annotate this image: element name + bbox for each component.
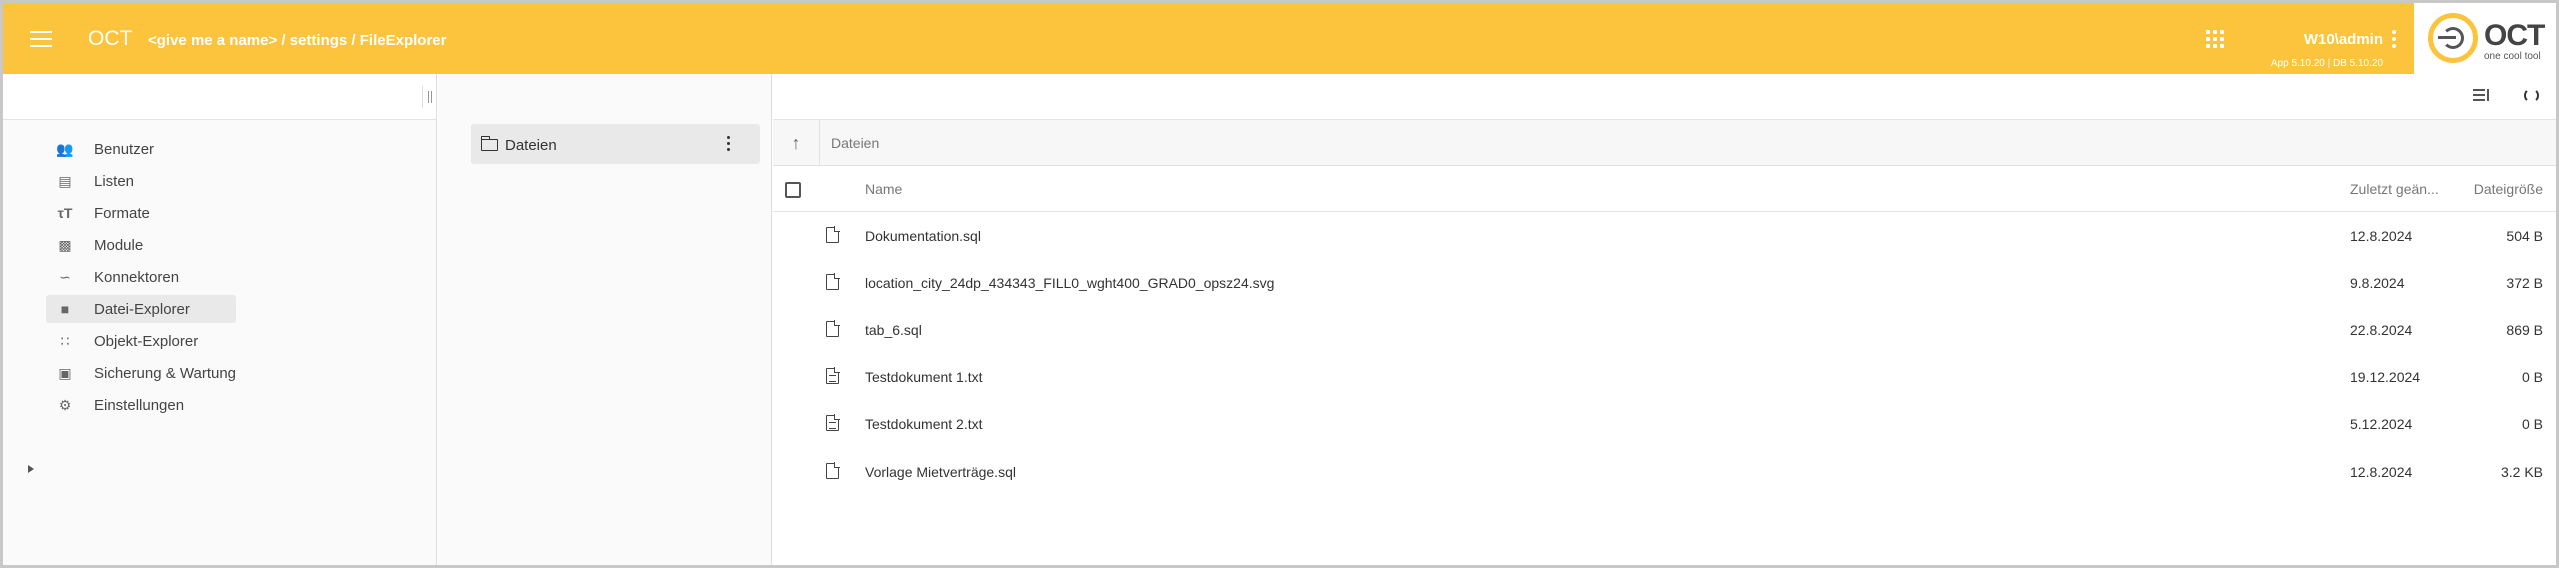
sidebar-item-label: Module xyxy=(94,237,144,254)
table-row[interactable]: location_city_24dp_434343_FILL0_wght400_… xyxy=(773,259,2556,306)
app-window: OCT <give me a name> / settings / FileEx… xyxy=(3,3,2556,565)
file-icon xyxy=(826,462,840,479)
expand-arrow-icon[interactable] xyxy=(28,465,34,473)
format-icon: τT xyxy=(57,205,73,221)
logo-word: OCT xyxy=(2484,19,2545,52)
sidebar-collapse-handle[interactable] xyxy=(422,86,436,108)
sidebar-item-label: Formate xyxy=(94,205,150,222)
select-all-checkbox[interactable] xyxy=(785,182,801,198)
table-row[interactable]: Testdokument 1.txt 19.12.2024 0 B xyxy=(773,353,2556,400)
table-row[interactable]: Dokumentation.sql 12.8.2024 504 B xyxy=(773,212,2556,259)
file-icon xyxy=(826,320,840,337)
sidebar-item-label: Objekt-Explorer xyxy=(94,333,199,350)
column-header-name[interactable]: Name xyxy=(865,181,902,197)
breadcrumb[interactable]: <give me a name> / settings / FileExplor… xyxy=(148,32,446,49)
backup-icon: ▣ xyxy=(58,365,72,381)
users-icon: 👥 xyxy=(56,141,74,157)
sidebar-header xyxy=(3,74,436,120)
navigate-up-button[interactable]: ↑ xyxy=(773,120,820,166)
folder-icon: ■ xyxy=(60,301,70,317)
sidebar-item-label: Konnektoren xyxy=(94,269,180,286)
sidebar-item-formate[interactable]: τT Formate xyxy=(46,199,236,227)
folder-icon xyxy=(481,136,498,151)
app-title: OCT xyxy=(88,27,133,50)
refresh-icon[interactable] xyxy=(2523,87,2539,103)
sidebar-item-objekt-explorer[interactable]: ∷ Objekt-Explorer xyxy=(46,327,236,355)
file-name: Testdokument 2.txt xyxy=(865,416,983,432)
more-vert-icon[interactable] xyxy=(727,136,731,152)
column-header-size[interactable]: Dateigröße xyxy=(2473,181,2543,197)
file-list-pane: ↑ Dateien Name Zuletzt geän... Dateigröß… xyxy=(773,74,2556,565)
sidebar-item-module[interactable]: ▩ Module xyxy=(46,231,236,259)
file-date: 22.8.2024 xyxy=(2350,322,2413,338)
file-name: Vorlage Mietverträge.sql xyxy=(865,464,1016,480)
sidebar-item-label: Datei-Explorer xyxy=(94,301,190,318)
file-date: 19.12.2024 xyxy=(2350,369,2421,385)
version-info: App 5.10.20 | DB 5.10.20 xyxy=(2270,58,2383,69)
sidebar-item-listen[interactable]: ▤ Listen xyxy=(46,167,236,195)
puzzle-icon: ▩ xyxy=(58,237,72,253)
file-size: 504 B xyxy=(2506,228,2543,244)
table-row[interactable]: Testdokument 2.txt 5.12.2024 0 B xyxy=(773,400,2556,447)
view-toggle-icon[interactable] xyxy=(2473,89,2489,103)
path-bar: ↑ Dateien xyxy=(773,120,2556,166)
file-name: Dokumentation.sql xyxy=(865,228,981,244)
file-date: 9.8.2024 xyxy=(2350,275,2405,291)
file-name: location_city_24dp_434343_FILL0_wght400_… xyxy=(865,275,1275,291)
text-file-icon xyxy=(826,414,840,431)
logo-subtitle: one cool tool xyxy=(2484,51,2541,62)
gear-icon: ⚙ xyxy=(58,397,72,413)
logo: OCT one cool tool xyxy=(2414,3,2556,74)
connector-icon: ∽ xyxy=(59,269,71,285)
sidebar-item-konnektoren[interactable]: ∽ Konnektoren xyxy=(46,263,236,291)
sidebar-item-label: Benutzer xyxy=(94,141,155,158)
sidebar-item-benutzer[interactable]: 👥 Benutzer xyxy=(46,135,236,163)
table-row[interactable]: Vorlage Mietverträge.sql 12.8.2024 3.2 K… xyxy=(773,448,2556,495)
top-bar: OCT <give me a name> / settings / FileEx… xyxy=(3,3,2556,74)
menu-icon[interactable] xyxy=(30,31,52,47)
logo-icon xyxy=(2428,13,2478,63)
column-header-date[interactable]: Zuletzt geän... xyxy=(2350,181,2439,197)
file-size: 3.2 KB xyxy=(2500,464,2543,480)
user-name[interactable]: W10\admin xyxy=(2283,31,2383,48)
grid-icon: ∷ xyxy=(60,333,70,349)
file-icon xyxy=(826,273,840,290)
folder-node-dateien[interactable]: Dateien xyxy=(471,124,760,164)
file-size: 0 B xyxy=(2521,416,2543,432)
apps-grid-icon[interactable] xyxy=(2206,30,2224,48)
sidebar: 👥 Benutzer ▤ Listen τT Formate ▩ Module … xyxy=(3,74,437,565)
folder-label: Dateien xyxy=(505,137,557,154)
text-file-icon xyxy=(826,367,840,384)
file-name: tab_6.sql xyxy=(865,322,922,338)
file-size: 372 B xyxy=(2506,275,2543,291)
sidebar-item-label: Sicherung & Wartung xyxy=(94,365,237,382)
file-date: 12.8.2024 xyxy=(2350,464,2413,480)
sidebar-item-label: Listen xyxy=(94,173,135,190)
file-size: 0 B xyxy=(2521,369,2543,385)
current-path: Dateien xyxy=(831,135,880,151)
user-menu-icon[interactable] xyxy=(2392,30,2396,48)
file-size: 869 B xyxy=(2506,322,2543,338)
sidebar-item-sicherung[interactable]: ▣ Sicherung & Wartung xyxy=(46,359,236,387)
file-date: 5.12.2024 xyxy=(2350,416,2413,432)
list-icon: ▤ xyxy=(58,173,72,189)
sidebar-item-label: Einstellungen xyxy=(94,397,185,414)
folder-tree: Dateien xyxy=(438,74,772,565)
file-date: 12.8.2024 xyxy=(2350,228,2413,244)
file-icon xyxy=(826,226,840,243)
file-name: Testdokument 1.txt xyxy=(865,369,983,385)
table-row[interactable]: tab_6.sql 22.8.2024 869 B xyxy=(773,306,2556,353)
table-header: Name Zuletzt geän... Dateigröße xyxy=(773,166,2556,212)
toolbar xyxy=(773,74,2556,120)
sidebar-item-datei-explorer[interactable]: ■ Datei-Explorer xyxy=(46,295,236,323)
sidebar-item-einstellungen[interactable]: ⚙ Einstellungen xyxy=(46,391,236,419)
